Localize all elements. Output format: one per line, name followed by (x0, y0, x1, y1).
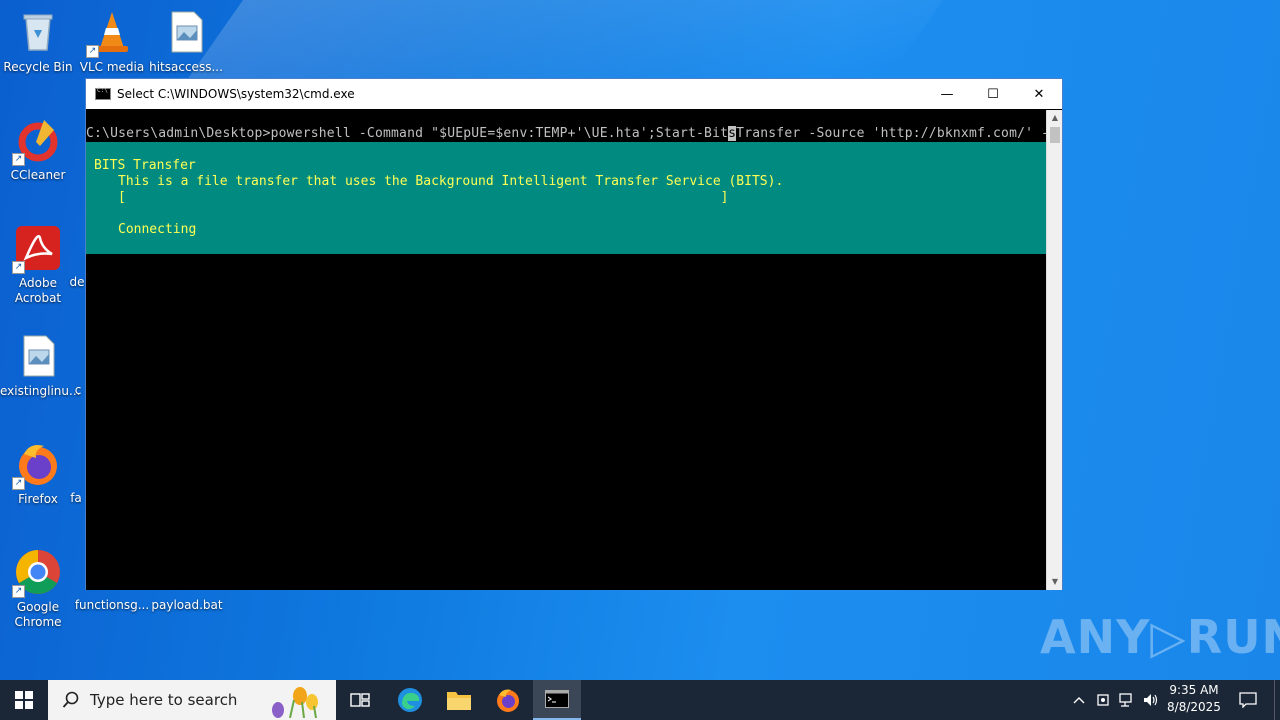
desktop-icon-hitsaccess[interactable]: hitsaccess... (148, 8, 224, 75)
task-view-icon (350, 693, 370, 707)
desktop-icon-payload-bat[interactable]: payload.bat (149, 598, 225, 613)
tray-overflow-chevron-icon[interactable] (1068, 680, 1090, 720)
notification-center-icon[interactable] (1232, 680, 1264, 720)
start-button[interactable] (0, 680, 48, 720)
image-file-icon (162, 8, 210, 56)
firefox-icon (497, 689, 519, 712)
command-text-after-cursor: Transfer -Source 'http://bknxmf.com/' - (736, 126, 1046, 141)
desktop-icon-vlc[interactable]: ↗ VLC media (74, 8, 150, 75)
desktop-icon-recycle-bin[interactable]: Recycle Bin (0, 8, 76, 75)
shortcut-arrow-icon: ↗ (12, 477, 25, 490)
taskbar-firefox-button[interactable] (484, 680, 532, 720)
cmd-app-icon (95, 87, 111, 100)
taskbar-clock[interactable]: 9:35 AM 8/8/2025 (1160, 682, 1228, 718)
minimize-icon: — (940, 86, 954, 102)
terminal-output[interactable]: C:\Users\admin\Desktop>powershell -Comma… (86, 110, 1046, 590)
desktop-icon-label: Recycle Bin (3, 60, 73, 74)
taskbar-edge-button[interactable] (386, 680, 434, 720)
scroll-thumb[interactable] (1050, 127, 1060, 143)
adobe-acrobat-icon: ↗ (12, 224, 62, 274)
desktop-icon-ccleaner[interactable]: ↗ CCleaner (0, 116, 76, 183)
window-title: Select C:\WINDOWS\system32\cmd.exe (117, 87, 355, 101)
desktop-icon-existinglinu[interactable]: existinglinu... (0, 332, 81, 399)
clock-time: 9:35 AM (1169, 683, 1219, 697)
recycle-bin-icon (14, 8, 62, 56)
anyrun-watermark: ANY▷RUN (1040, 610, 1280, 664)
volume-icon[interactable] (1140, 680, 1162, 720)
search-highlight-flowers-icon (260, 682, 330, 719)
close-icon: ✕ (1033, 86, 1045, 102)
desktop-icon-functionsg[interactable]: functionsg... (74, 598, 150, 613)
task-view-button[interactable] (336, 680, 384, 720)
desktop-icon-google-chrome[interactable]: ↗ Google Chrome (0, 548, 76, 630)
desktop-icon-label: Google Chrome (14, 600, 62, 629)
shortcut-arrow-icon: ↗ (86, 45, 99, 58)
vertical-scrollbar[interactable]: ▲ ▼ (1046, 110, 1062, 590)
search-icon (62, 691, 80, 709)
scroll-down-icon[interactable]: ▼ (1047, 574, 1063, 590)
edge-icon (398, 688, 422, 712)
desktop-icon-label: CCleaner (10, 168, 66, 182)
desktop-icon-adobe-acrobat[interactable]: ↗ Adobe Acrobat (0, 224, 76, 306)
text-cursor: s (728, 126, 737, 141)
windows-logo-icon (15, 691, 33, 709)
desktop-icon-label: existinglinu... (0, 384, 81, 398)
cmd-icon (545, 690, 569, 708)
search-placeholder: Type here to search (90, 691, 238, 709)
window-titlebar[interactable]: Select C:\WINDOWS\system32\cmd.exe — ☐ ✕ (86, 79, 1062, 109)
desktop-icon-label: VLC media (79, 60, 145, 74)
clock-date: 8/8/2025 (1167, 700, 1221, 714)
ccleaner-icon: ↗ (12, 116, 62, 166)
taskbar-cmd-button[interactable] (533, 680, 581, 720)
vlc-cone-icon: ↗ (86, 8, 136, 58)
shortcut-arrow-icon: ↗ (12, 153, 25, 166)
progress-bar: [ ] (118, 190, 729, 205)
maximize-button[interactable]: ☐ (970, 79, 1016, 109)
firefox-icon: ↗ (12, 440, 62, 490)
bits-progress-panel: BITS Transfer This is a file transfer th… (86, 142, 1046, 254)
close-button[interactable]: ✕ (1016, 79, 1062, 109)
progress-title: BITS Transfer (94, 158, 196, 173)
cmd-window[interactable]: Select C:\WINDOWS\system32\cmd.exe — ☐ ✕… (85, 78, 1063, 590)
minimize-button[interactable]: — (924, 79, 970, 109)
progress-description: This is a file transfer that uses the Ba… (118, 174, 784, 189)
chrome-icon: ↗ (12, 548, 62, 598)
scroll-up-icon[interactable]: ▲ (1047, 110, 1063, 126)
desktop-icon-label: hitsaccess... (149, 60, 223, 74)
progress-status: Connecting (118, 222, 197, 237)
network-icon[interactable] (1116, 680, 1138, 720)
desktop-icon-label: functionsg... (74, 598, 150, 612)
desktop-icon-label: payload.bat (151, 598, 223, 612)
taskbar-explorer-button[interactable] (435, 680, 483, 720)
taskbar-search-box[interactable]: Type here to search (48, 680, 336, 720)
command-text-before-cursor: C:\Users\admin\Desktop>powershell -Comma… (86, 126, 729, 141)
shortcut-arrow-icon: ↗ (12, 585, 25, 598)
taskbar: Type here to search 9:35 AM 8/8/2025 (0, 680, 1280, 720)
command-line: C:\Users\admin\Desktop>powershell -Comma… (86, 126, 1046, 141)
maximize-icon: ☐ (987, 86, 999, 102)
show-desktop-button[interactable] (1274, 680, 1280, 720)
shortcut-arrow-icon: ↗ (12, 261, 25, 274)
tray-app-icon[interactable] (1092, 680, 1114, 720)
folder-icon (447, 692, 471, 710)
image-file-icon (14, 332, 62, 380)
